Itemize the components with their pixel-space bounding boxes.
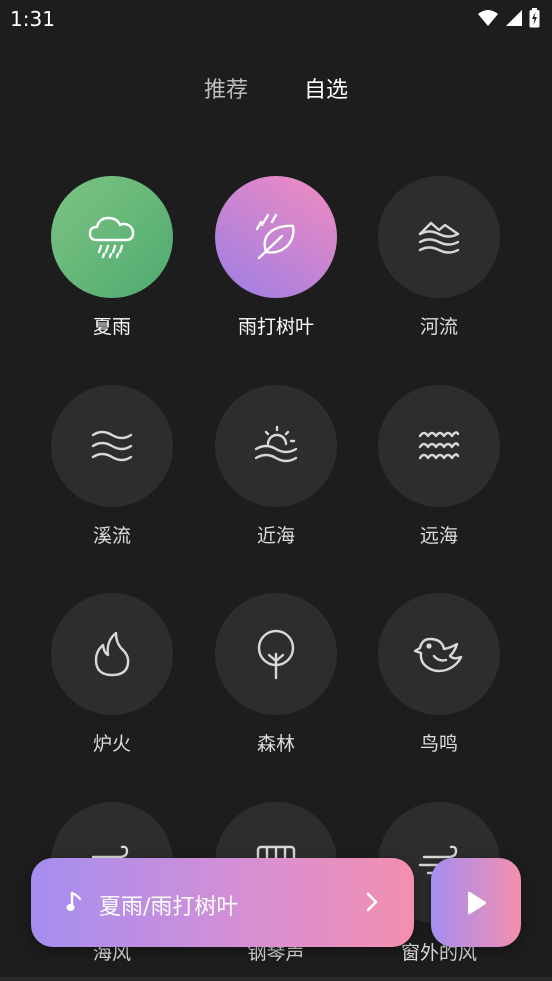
sound-item-rain-on-leaves[interactable]: 雨打树叶 xyxy=(215,176,339,346)
gesture-bar xyxy=(0,977,552,981)
sound-item-birdsong[interactable]: 鸟鸣 xyxy=(378,593,502,763)
river-icon xyxy=(418,221,460,254)
sound-item-fireplace[interactable]: 炉火 xyxy=(51,593,175,763)
sound-circle xyxy=(215,176,337,298)
ocean-waves-icon xyxy=(418,431,460,460)
sound-item-open-sea[interactable]: 远海 xyxy=(378,385,502,555)
sound-label: 森林 xyxy=(256,733,295,755)
sound-circle xyxy=(51,593,173,715)
music-note-icon xyxy=(66,891,82,911)
sound-circle xyxy=(378,593,500,715)
sound-item-river[interactable]: 河流 xyxy=(378,176,502,346)
sound-label: 溪流 xyxy=(92,525,131,547)
now-playing-bar[interactable]: 夏雨/雨打树叶 xyxy=(31,858,414,947)
fire-icon xyxy=(94,631,130,677)
sound-circle xyxy=(215,385,337,507)
play-button[interactable] xyxy=(431,858,521,947)
play-icon xyxy=(468,891,486,914)
sound-item-stream[interactable]: 溪流 xyxy=(51,385,175,555)
sound-label: 雨打树叶 xyxy=(237,316,314,338)
sound-circle xyxy=(378,176,500,298)
sound-label: 远海 xyxy=(419,525,458,547)
sound-item-forest[interactable]: 森林 xyxy=(215,593,339,763)
sound-label: 夏雨 xyxy=(92,316,131,338)
sound-circle xyxy=(51,176,173,298)
rain-cloud-icon xyxy=(88,216,135,259)
stream-icon xyxy=(91,430,133,462)
sound-label: 鸟鸣 xyxy=(419,733,458,755)
sound-circle xyxy=(51,385,173,507)
chevron-right-icon[interactable] xyxy=(366,892,378,912)
now-playing-title: 夏雨/雨打树叶 xyxy=(99,895,239,920)
sound-circle xyxy=(378,385,500,507)
sound-label: 河流 xyxy=(419,316,458,338)
sound-circle xyxy=(215,593,337,715)
sound-label: 炉火 xyxy=(92,733,131,755)
sound-grid: 夏雨 雨打树叶 河流 溪流 近海 远海 炉火 森林 鸟鸣 海风 钢琴声 窗外的风 xyxy=(0,0,552,981)
tree-icon xyxy=(257,629,295,680)
sound-item-summer-rain[interactable]: 夏雨 xyxy=(51,176,175,346)
leaf-rain-icon xyxy=(255,213,295,260)
sunrise-sea-icon xyxy=(254,425,298,463)
bird-icon xyxy=(413,637,463,673)
sound-label: 近海 xyxy=(256,525,295,547)
sound-item-nearshore[interactable]: 近海 xyxy=(215,385,339,555)
